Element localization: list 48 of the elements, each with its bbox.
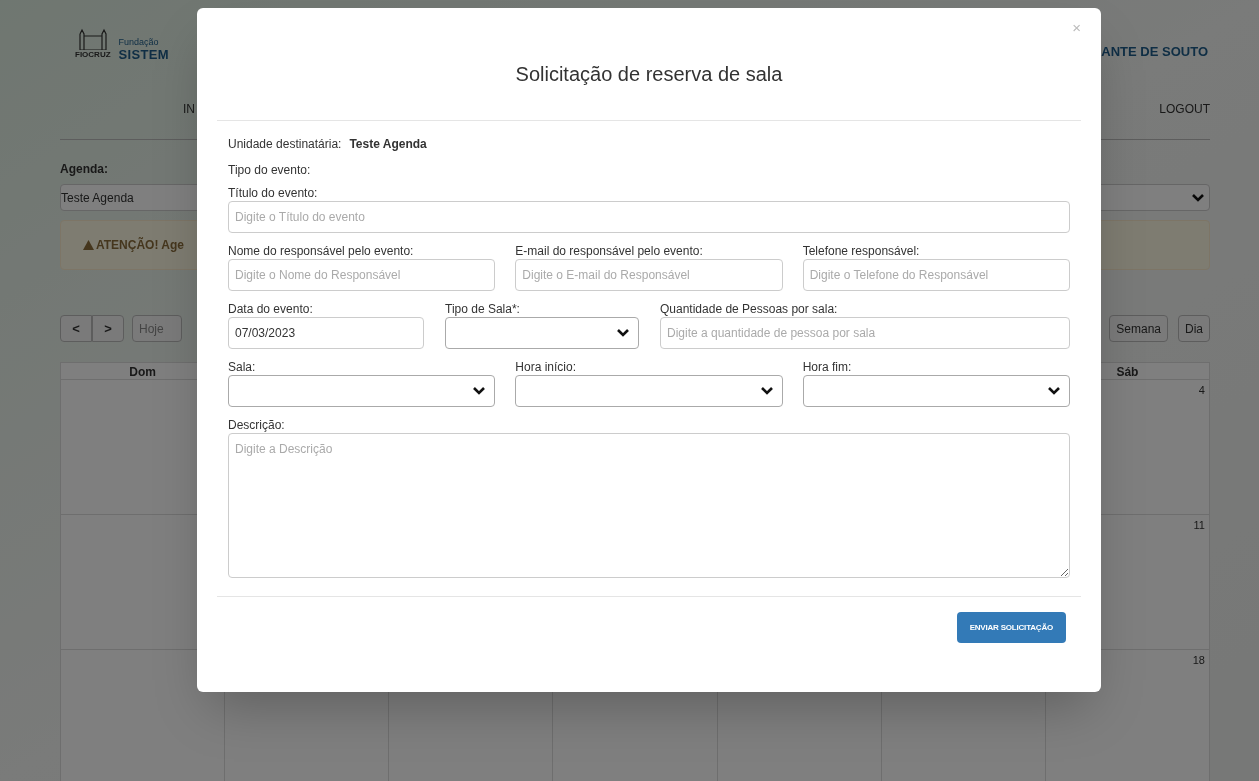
view-button[interactable]: Semana — [1109, 315, 1168, 342]
select-field[interactable] — [228, 375, 496, 407]
warning-icon — [83, 240, 94, 250]
input-field[interactable]: Digite o E-mail do Responsável — [515, 259, 783, 291]
field-label: Tipo de Sala*: — [445, 301, 521, 314]
next-button[interactable]: > — [92, 315, 124, 342]
input-field[interactable]: Digite o Telefone do Responsável — [802, 259, 1070, 291]
field-label: Título do evento: — [228, 185, 319, 198]
day-number[interactable]: 11 — [1193, 517, 1205, 534]
field-label: E-mail do responsável pelo evento: — [515, 243, 704, 256]
field-label: Descrição: — [228, 417, 286, 430]
chevron-down-icon — [1047, 386, 1061, 396]
field-label: Sala: — [228, 359, 257, 372]
unit-value: Teste Agenda — [349, 136, 427, 153]
agenda-label: Agenda: — [60, 161, 108, 178]
submit-button[interactable]: ENVIAR SOLICITAÇÃO — [956, 612, 1066, 643]
nav-link[interactable]: IN — [183, 99, 195, 118]
input-field[interactable]: 07/03/2023 — [228, 317, 424, 349]
description-field[interactable]: Digite a Descrição — [228, 433, 1070, 578]
system-name: SISTEM — [118, 48, 169, 62]
field-label: Hora início: — [515, 359, 578, 372]
chevron-down-icon — [759, 386, 774, 396]
field-label: Nome do responsável pelo evento: — [228, 243, 415, 256]
org-name: Fundação — [118, 36, 160, 48]
select-field[interactable] — [515, 375, 783, 407]
input-field[interactable]: Digite o Título do evento — [228, 201, 1070, 233]
field-label: Telefone responsável: — [802, 243, 921, 256]
field-label: Hora fim: — [802, 359, 853, 372]
chevron-down-icon — [616, 328, 630, 338]
select-field[interactable] — [802, 375, 1070, 407]
input-field[interactable]: Digite a quantidade de pessoa por sala — [660, 317, 1070, 349]
chevron-down-icon — [1191, 192, 1205, 203]
user-name: ANTE DE SOUTO — [1101, 43, 1208, 61]
nav-link[interactable]: LOGOUT — [1159, 99, 1210, 118]
field-label: Unidade destinatária: — [228, 136, 342, 153]
chevron-down-icon — [472, 386, 487, 396]
field-label: Tipo do evento: — [228, 162, 312, 175]
select-field[interactable] — [445, 317, 639, 349]
view-button[interactable]: Dia — [1178, 315, 1210, 342]
day-number[interactable]: 18 — [1192, 652, 1205, 669]
field-label: Data do evento: — [228, 301, 314, 314]
modal-title: Solicitação de reserva de sala — [515, 62, 783, 87]
input-field[interactable]: Digite o Nome do Responsável — [228, 259, 496, 291]
day-number[interactable]: 4 — [1198, 382, 1205, 399]
logo: FIOCRUZ — [75, 28, 111, 59]
field-label: Quantidade de Pessoas por sala: — [660, 301, 839, 314]
alert-text: ATENÇÃO! Age — [96, 236, 184, 254]
previous-button[interactable]: < — [60, 315, 92, 342]
